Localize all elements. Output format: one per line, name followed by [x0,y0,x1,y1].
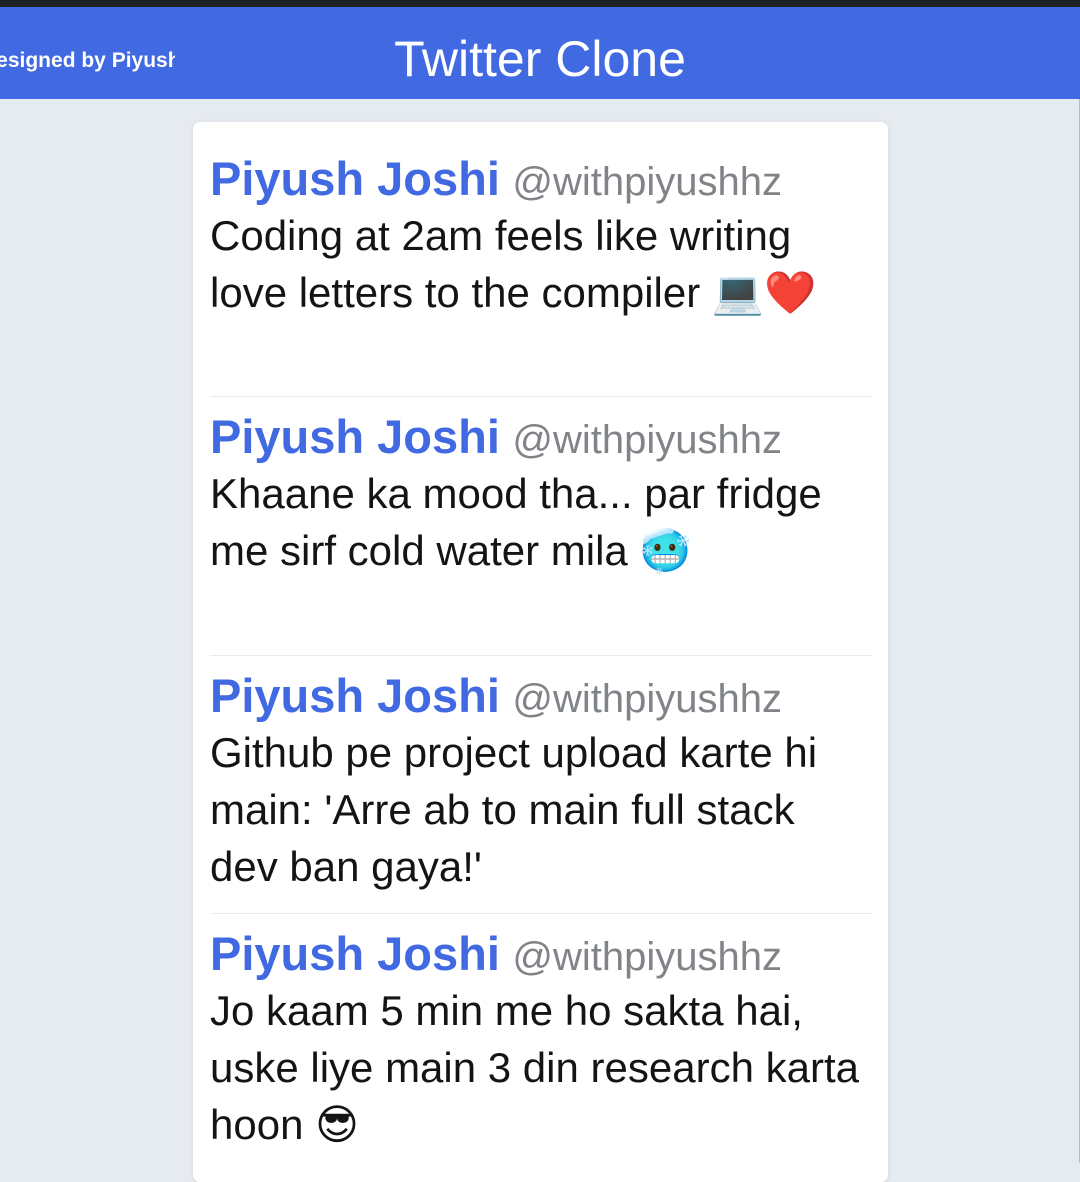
tweet-text: Khaane ka mood tha... par fridge me sirf… [210,470,822,574]
tweet-card[interactable]: Piyush Joshi @withpiyushhz Jo kaam 5 min… [210,926,872,1153]
tweet-card[interactable]: Piyush Joshi @withpiyushhz Khaane ka moo… [210,409,872,579]
tweet-text: Coding at 2am feels like writing love le… [210,212,817,316]
tweet-divider [210,396,872,397]
tweet-card[interactable]: Piyush Joshi @withpiyushhz Coding at 2am… [210,151,872,321]
tweet-header: Piyush Joshi @withpiyushhz [210,668,872,724]
tweet-card[interactable]: Piyush Joshi @withpiyushhz Github pe pro… [210,668,872,895]
tweet-author-handle[interactable]: @withpiyushhz [512,677,782,721]
tweet-header: Piyush Joshi @withpiyushhz [210,409,872,465]
tweet-header: Piyush Joshi @withpiyushhz [210,926,872,982]
window-top-strip [0,0,1080,7]
tweet-author-handle[interactable]: @withpiyushhz [512,160,782,204]
tweet-divider [210,913,872,914]
tweet-author-name[interactable]: Piyush Joshi [210,152,500,205]
tweet-author-name[interactable]: Piyush Joshi [210,927,500,980]
app-header: Designed by Piyush ✨ Twitter Clone [0,7,1080,99]
tweet-author-name[interactable]: Piyush Joshi [210,669,500,722]
tweet-author-handle[interactable]: @withpiyushhz [512,418,782,462]
tweet-header: Piyush Joshi @withpiyushhz [210,151,872,207]
tweet-author-name[interactable]: Piyush Joshi [210,410,500,463]
tweet-divider [210,655,872,656]
app-title: Twitter Clone [394,31,686,87]
tweet-feed[interactable]: Piyush Joshi @withpiyushhz Coding at 2am… [193,122,888,1182]
tweet-text: Github pe project upload karte hi main: … [210,729,818,890]
tweet-text: Jo kaam 5 min me ho sakta hai, uske liye… [210,987,859,1148]
tweet-author-handle[interactable]: @withpiyushhz [512,935,782,979]
